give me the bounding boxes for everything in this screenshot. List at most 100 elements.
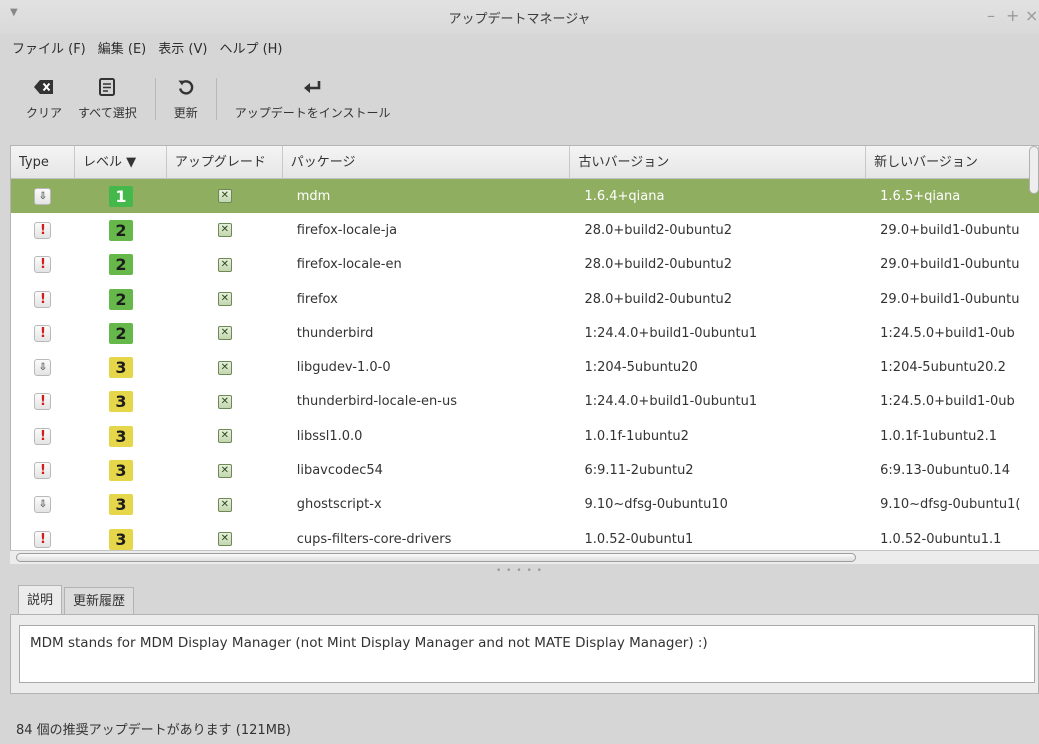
level-cell: 2 [75,213,167,247]
upgrade-checkbox[interactable]: ✕ [217,394,232,409]
menu-edit[interactable]: 編集 (E) [92,38,153,57]
level-cell: 2 [75,316,167,350]
description-text: MDM stands for MDM Display Manager (not … [19,625,1035,683]
upgrade-checkbox[interactable]: ✕ [217,532,232,547]
level-cell: 3 [75,488,167,522]
package-name: libavcodec54 [296,463,383,479]
package-update-icon: ⇩ [34,496,52,514]
type-cell: ⇩ [11,488,75,522]
upgrade-checkbox[interactable]: ✕ [217,223,232,238]
upgrade-checkbox[interactable]: ✕ [217,292,232,307]
vertical-scrollbar[interactable] [1029,146,1039,194]
table-row[interactable]: ! 3 ✕ thunderbird-locale-en-us 1:24.4.0+buil… [11,385,1039,419]
level-cell: 3 [75,453,167,487]
new-version: 29.0+build1-0ubuntu [880,291,1020,307]
old-version: 1.0.52-0ubuntu1 [584,531,694,547]
select-all-label: すべて選択 [78,106,137,120]
upgrade-checkbox[interactable]: ✕ [217,463,232,478]
upgrade-checkbox[interactable]: ✕ [217,257,232,272]
type-cell: ⇩ [11,179,75,213]
level-badge: 2 [108,288,133,310]
table-row[interactable]: ! 3 ✕ cups-filters-core-drivers 1.0.52-0ubun… [11,522,1039,550]
table-row[interactable]: ! 2 ✕ firefox-locale-en 28.0+build2-0ubuntu2… [11,248,1039,282]
upgrade-checkbox[interactable]: ✕ [217,497,232,512]
old-version: 1.0.1f-1ubuntu2 [584,428,689,444]
old-version: 6:9.11-2ubuntu2 [584,463,694,479]
type-cell: ! [11,453,75,487]
package-name: libssl1.0.0 [296,428,363,444]
status-bar-text: 84 個の推奨アップデートがあります (121MB) [16,723,291,738]
old-version: 28.0+build2-0ubuntu2 [584,291,733,307]
upgrade-cell: ✕ [167,213,283,247]
security-update-icon: ! [34,462,52,480]
column-header-type[interactable]: Type [11,146,75,179]
close-icon[interactable]: × [1025,6,1038,25]
security-update-icon: ! [34,530,52,548]
type-cell: ! [11,522,75,550]
window-title: アップデートマネージャ [448,12,591,27]
tab-description[interactable]: 説明 [18,585,63,615]
checklist-icon [96,76,118,98]
old-version: 9.10~dfsg-0ubuntu10 [584,497,728,513]
level-cell: 3 [75,419,167,453]
table-row[interactable]: ! 3 ✕ libavcodec54 6:9.11-2ubuntu2 6:9.13-0ub… [11,453,1039,487]
upgrade-cell: ✕ [167,282,283,316]
detail-tabs: 説明 更新履歴 [18,585,136,615]
select-all-button[interactable]: すべて選択 [70,66,145,121]
install-updates-label: アップデートをインストール [234,106,391,120]
package-name: cups-filters-core-drivers [296,531,452,547]
column-header-new-version[interactable]: 新しいバージョン [866,146,1039,179]
table-row[interactable]: ⇩ 1 ✕ mdm 1.6.4+qiana 1.6.5+qiana [11,179,1039,214]
tab-changelog[interactable]: 更新履歴 [64,587,135,615]
table-row[interactable]: ! 2 ✕ firefox 28.0+build2-0ubuntu2 29.0+build… [11,282,1039,316]
column-header-package[interactable]: パッケージ [283,146,571,179]
old-version: 1:24.4.0+build1-0ubuntu1 [584,325,758,341]
install-updates-button[interactable]: アップデートをインストール [227,66,399,121]
package-update-icon: ⇩ [34,359,52,377]
level-cell: 2 [75,248,167,282]
package-name: thunderbird [296,325,374,341]
horizontal-scrollbar-thumb[interactable] [16,553,856,562]
menu-help[interactable]: ヘルプ (H) [213,38,288,57]
table-row[interactable]: ! 2 ✕ thunderbird 1:24.4.0+build1-0ubuntu1 1:… [11,316,1039,350]
table-row[interactable]: ⇩ 3 ✕ ghostscript-x 9.10~dfsg-0ubuntu10 9.10~… [11,488,1039,522]
upgrade-checkbox[interactable]: ✕ [217,189,232,204]
level-badge: 3 [108,425,133,447]
level-badge: 3 [108,460,133,482]
level-badge: 3 [108,528,133,550]
upgrade-cell: ✕ [167,350,283,384]
level-badge: 1 [108,185,133,207]
titlebar: ▼ アップデートマネージャ – + × [0,0,1039,34]
menu-view[interactable]: 表示 (V) [152,38,213,57]
upgrade-cell: ✕ [167,179,283,213]
old-version: 28.0+build2-0ubuntu2 [584,222,733,238]
table-row[interactable]: ! 3 ✕ libssl1.0.0 1.0.1f-1ubuntu2 1.0.1f-1ubu… [11,419,1039,453]
pane-splitter-handle[interactable]: • • • • • [0,566,1039,576]
upgrade-cell: ✕ [167,522,283,550]
table-row[interactable]: ! 2 ✕ firefox-locale-ja 28.0+build2-0ubuntu2… [11,213,1039,247]
horizontal-scrollbar[interactable] [10,550,1039,564]
package-name: thunderbird-locale-en-us [296,394,457,410]
table-header: Type レベル ▼ アップグレード パッケージ 古いバージョン 新しいバージョ… [11,146,1039,179]
upgrade-checkbox[interactable]: ✕ [217,326,232,341]
upgrade-checkbox[interactable]: ✕ [217,360,232,375]
level-badge: 3 [108,494,133,516]
column-header-level[interactable]: レベル ▼ [75,146,167,179]
menu-file[interactable]: ファイル (F) [6,38,92,57]
type-cell: ⇩ [11,350,75,384]
column-header-upgrade[interactable]: アップグレード [167,146,283,179]
maximize-icon[interactable]: + [1006,6,1019,25]
clear-button[interactable]: クリア [18,66,70,121]
refresh-button[interactable]: 更新 [166,66,206,121]
upgrade-cell: ✕ [167,316,283,350]
security-update-icon: ! [34,324,52,342]
toolbar: クリア すべて選択 更新 アップデートをインストール [0,66,1039,136]
toolbar-separator [154,78,156,120]
table-row[interactable]: ⇩ 3 ✕ libgudev-1.0-0 1:204-5ubuntu20 1:204-5u… [11,350,1039,384]
upgrade-checkbox[interactable]: ✕ [217,429,232,444]
upgrade-cell: ✕ [167,419,283,453]
column-header-old-version[interactable]: 古いバージョン [570,146,867,179]
minimize-icon[interactable]: – [987,6,995,25]
type-cell: ! [11,385,75,419]
new-version: 1:204-5ubuntu20.2 [880,360,1006,376]
